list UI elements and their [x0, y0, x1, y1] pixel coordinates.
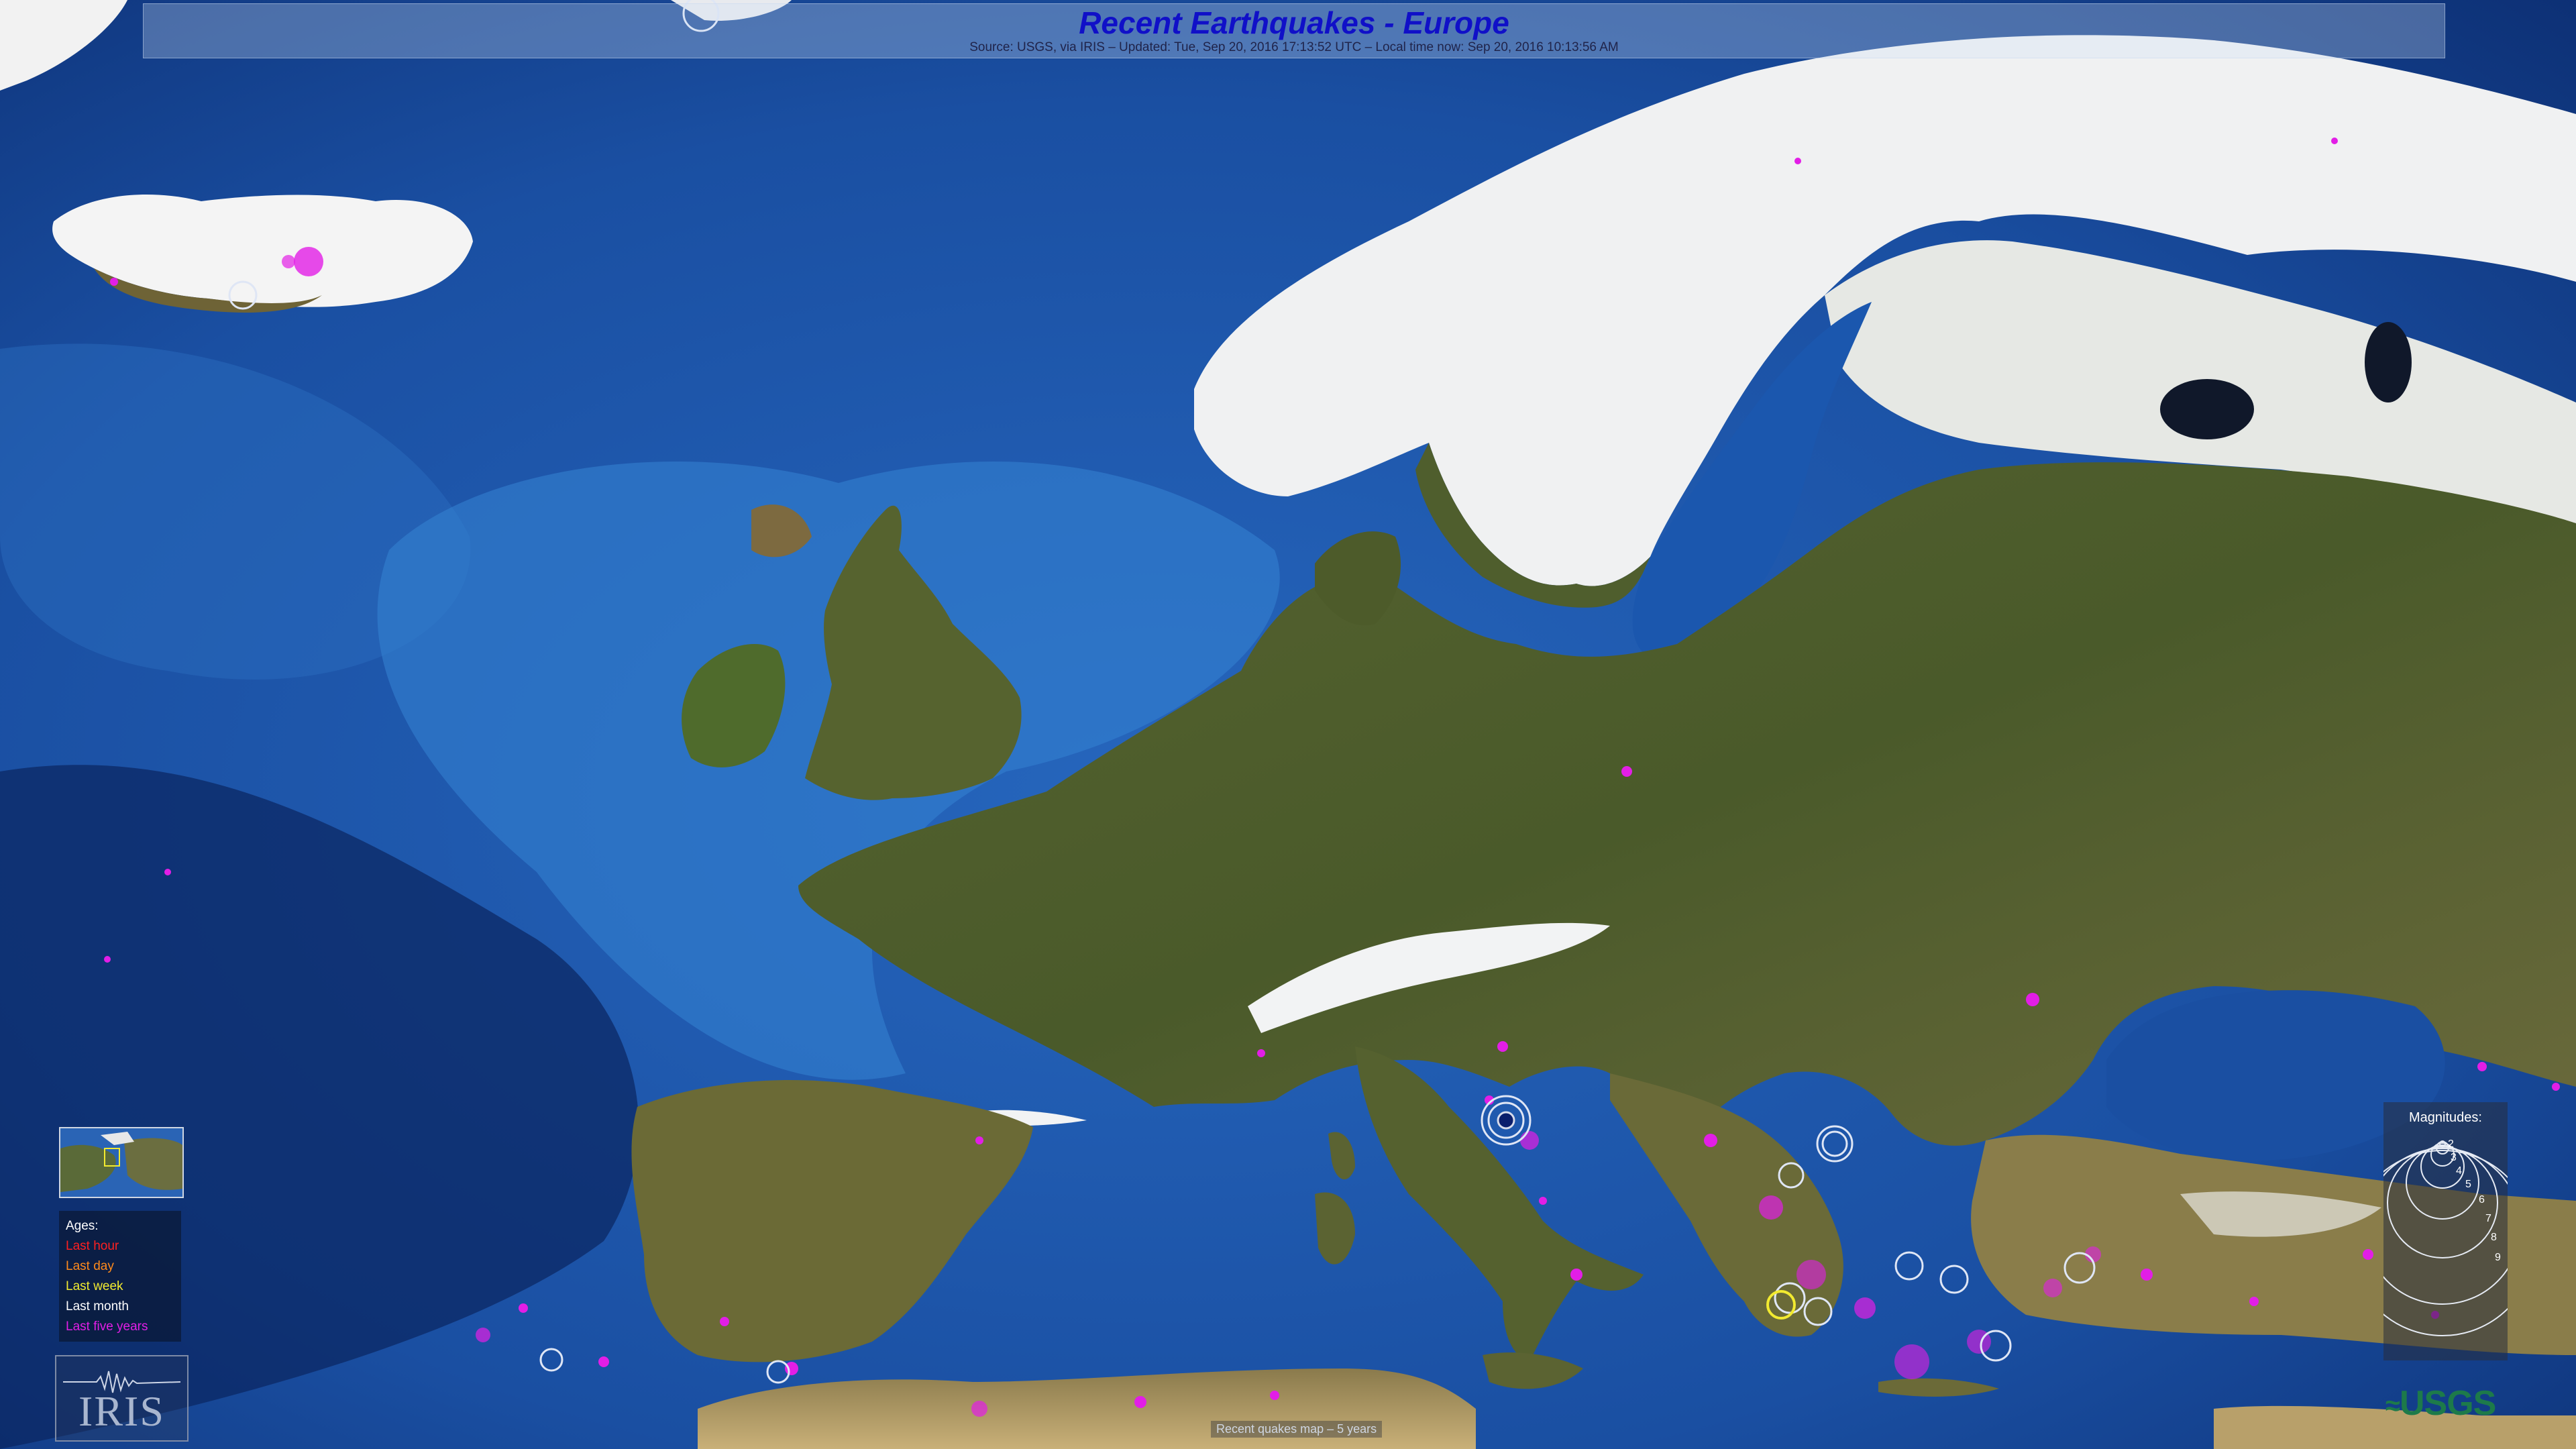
lake-onega: [2365, 322, 2412, 402]
age-last-five-years: Last five years: [66, 1320, 148, 1334]
ages-legend-title: Ages:: [66, 1219, 99, 1233]
map-subtitle: Source: USGS, via IRIS – Updated: Tue, S…: [969, 40, 1619, 54]
map-title: Recent Earthquakes - Europe: [1079, 5, 1509, 40]
usgs-logo-text: USGS: [2399, 1384, 2496, 1423]
age-last-week: Last week: [66, 1279, 123, 1293]
mag-label-7: 7: [2485, 1213, 2491, 1224]
world-locator-icon: [60, 1128, 182, 1197]
age-last-month: Last month: [66, 1299, 129, 1313]
lake-ladoga: [2160, 379, 2254, 439]
magnitude-scale: 2 3 4 5 6 7 8 9: [2383, 1138, 2508, 1336]
iris-logo: IRIS: [55, 1355, 189, 1442]
title-banner: Recent Earthquakes - Europe Source: USGS…: [143, 3, 2445, 58]
age-last-day: Last day: [66, 1259, 114, 1273]
mag-label-3: 3: [2451, 1152, 2457, 1163]
mag-label-5: 5: [2465, 1179, 2471, 1190]
usgs-logo: ≈USGS: [2385, 1383, 2513, 1429]
mag-label-9: 9: [2495, 1252, 2501, 1263]
mag-label-4: 4: [2456, 1165, 2462, 1177]
mag-label-2: 2: [2448, 1138, 2454, 1150]
usgs-wave-icon: ≈: [2385, 1391, 2400, 1421]
earthquake-map[interactable]: [0, 0, 2576, 1449]
overview-map[interactable]: [59, 1127, 184, 1198]
ages-legend: Ages: Last hour Last day Last week Last …: [59, 1211, 181, 1342]
age-last-hour: Last hour: [66, 1239, 119, 1253]
mag-label-6: 6: [2479, 1194, 2485, 1205]
iris-logo-text: IRIS: [78, 1387, 165, 1435]
map-footer: Recent quakes map – 5 years: [1211, 1421, 1383, 1438]
magnitudes-legend: Magnitudes: 2 3 4 5 6 7 8 9: [2383, 1102, 2508, 1360]
mag-label-8: 8: [2491, 1232, 2497, 1243]
